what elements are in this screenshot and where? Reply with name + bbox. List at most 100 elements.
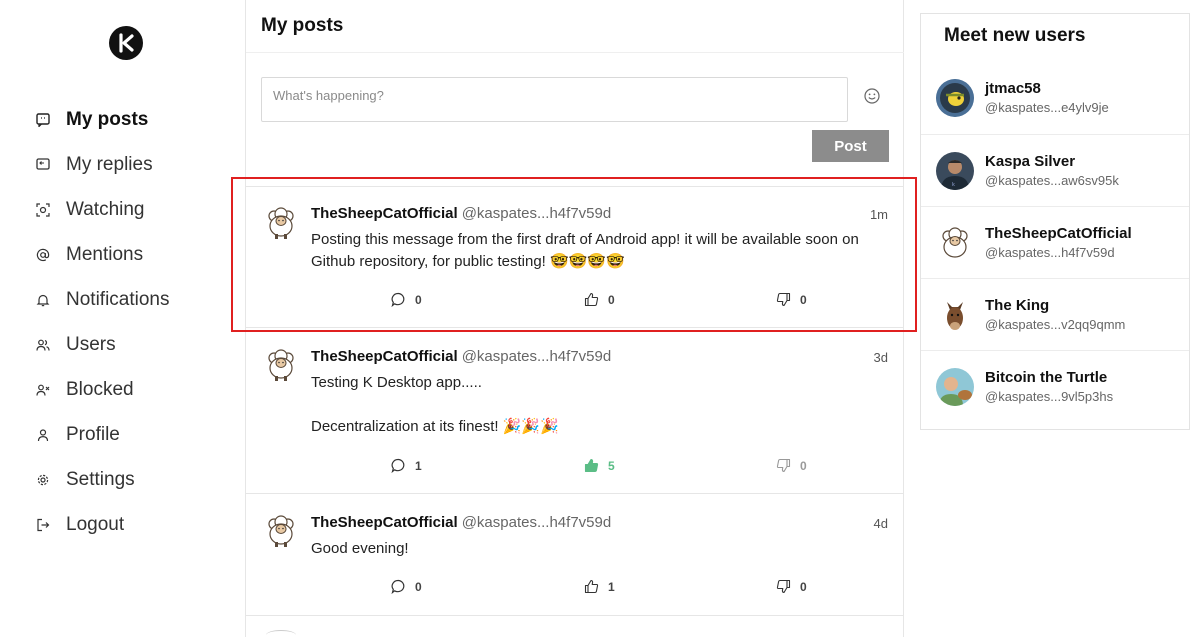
post-button[interactable]: Post xyxy=(812,130,889,162)
post-time: 3d xyxy=(873,350,888,365)
sidebar-item-users[interactable]: Users xyxy=(34,322,170,367)
page-title: My posts xyxy=(261,15,344,36)
sidebar-nav: My posts My replies Watching Mentions No… xyxy=(34,97,170,547)
user-name: Kaspa Silver xyxy=(985,153,1076,170)
sidebar-item-profile[interactable]: Profile xyxy=(34,412,170,457)
emoji-picker-icon[interactable] xyxy=(863,87,881,105)
user-handle: @kaspates...h4f7v59d xyxy=(985,245,1115,260)
like-count: 5 xyxy=(608,458,615,473)
chat-square-icon xyxy=(34,111,52,129)
user-name: The King xyxy=(985,297,1050,314)
sidebar-item-label: My replies xyxy=(66,153,153,175)
eye-scan-icon xyxy=(34,201,52,219)
avatar xyxy=(936,368,974,406)
dislike-button[interactable]: 0 xyxy=(776,292,807,307)
sheep-avatar xyxy=(936,224,974,262)
user-handle: @kaspates...v2qq9qmm xyxy=(985,317,1126,332)
dislike-count: 0 xyxy=(800,579,807,594)
thumbs-up-icon xyxy=(584,579,599,594)
like-count: 0 xyxy=(608,292,615,307)
sidebar-item-settings[interactable]: Settings xyxy=(34,457,170,502)
svg-text:k: k xyxy=(952,182,955,188)
comment-icon xyxy=(391,292,405,307)
dislike-button[interactable]: 0 xyxy=(776,458,807,473)
avatar xyxy=(936,79,974,117)
post-item: TheSheepCatOfficial @kaspates...h4f7v59d … xyxy=(246,494,904,616)
sidebar-item-notifications[interactable]: Notifications xyxy=(34,277,170,322)
reply-button[interactable]: 1 xyxy=(391,458,422,473)
suggested-users-panel: Meet new users jtmac58 @kaspates...e4ylv… xyxy=(920,13,1190,430)
sidebar-item-label: My posts xyxy=(66,108,149,130)
thumbs-down-icon xyxy=(776,579,791,594)
user-row[interactable]: jtmac58 @kaspates...e4ylv9je xyxy=(921,62,1189,134)
at-icon xyxy=(34,246,52,264)
user-row[interactable]: TheSheepCatOfficial @kaspates...h4f7v59d xyxy=(921,206,1189,278)
sheep-avatar[interactable] xyxy=(266,348,296,382)
logout-icon xyxy=(34,516,52,534)
reply-count: 1 xyxy=(415,458,422,473)
sidebar-item-my-replies[interactable]: My replies xyxy=(34,142,170,187)
avatar: k xyxy=(936,152,974,190)
sidebar-item-label: Users xyxy=(66,333,116,355)
reply-count: 0 xyxy=(415,579,422,594)
thumbs-down-icon xyxy=(776,458,791,473)
like-button[interactable]: 0 xyxy=(584,292,615,307)
user-row[interactable]: k Kaspa Silver @kaspates...aw6sv95k xyxy=(921,134,1189,206)
post-text: Testing K Desktop app..... Decentralizat… xyxy=(311,374,559,435)
thumbs-down-icon xyxy=(776,292,791,307)
sheep-avatar[interactable] xyxy=(266,206,296,240)
post-text: Posting this message from the first draf… xyxy=(311,231,859,270)
reply-button[interactable]: 0 xyxy=(391,579,422,594)
sidebar-item-blocked[interactable]: Blocked xyxy=(34,367,170,412)
sidebar-item-logout[interactable]: Logout xyxy=(34,502,170,547)
like-count: 1 xyxy=(608,579,615,594)
user-name: jtmac58 xyxy=(985,80,1041,97)
app-logo[interactable] xyxy=(109,26,143,60)
gear-icon xyxy=(34,471,52,489)
sidebar-item-mentions[interactable]: Mentions xyxy=(34,232,170,277)
sidebar-item-label: Logout xyxy=(66,513,125,535)
user-handle: @kaspates...9vl5p3hs xyxy=(985,389,1114,404)
panel-title: Meet new users xyxy=(944,25,1086,46)
post-author[interactable]: TheSheepCatOfficial xyxy=(311,205,458,222)
thumbs-up-icon xyxy=(584,458,599,473)
comment-icon xyxy=(391,579,405,594)
dislike-count: 0 xyxy=(800,292,807,307)
like-button[interactable]: 5 xyxy=(584,458,615,473)
like-button[interactable]: 1 xyxy=(584,579,615,594)
post-time: 1m xyxy=(869,207,888,222)
sidebar-item-label: Profile xyxy=(66,423,120,445)
user-x-icon xyxy=(34,381,52,399)
sidebar-item-watching[interactable]: Watching xyxy=(34,187,170,232)
user-name: Bitcoin the Turtle xyxy=(985,369,1108,386)
post-author[interactable]: TheSheepCatOfficial xyxy=(311,348,458,365)
post-handle: @kaspates...h4f7v59d xyxy=(461,205,612,222)
sidebar-item-label: Mentions xyxy=(66,243,144,265)
sidebar-item-label: Settings xyxy=(66,468,135,490)
reply-button[interactable]: 0 xyxy=(391,292,422,307)
user-handle: @kaspates...aw6sv95k xyxy=(985,173,1119,188)
bell-icon xyxy=(34,291,52,309)
avatar xyxy=(936,296,974,334)
sidebar-item-label: Blocked xyxy=(66,378,134,400)
sidebar-item-my-posts[interactable]: My posts xyxy=(34,97,170,142)
reply-icon xyxy=(34,156,52,174)
reply-count: 0 xyxy=(415,292,422,307)
sheep-avatar[interactable] xyxy=(266,514,296,548)
post-item: TheSheepCatOfficial @kaspates...h4f7v59d … xyxy=(246,187,904,328)
post-author[interactable]: TheSheepCatOfficial xyxy=(311,514,458,531)
compose-input[interactable]: What's happening? xyxy=(261,77,848,122)
users-icon xyxy=(34,336,52,354)
user-row[interactable]: Bitcoin the Turtle @kaspates...9vl5p3hs xyxy=(921,350,1189,422)
dislike-button[interactable]: 0 xyxy=(776,579,807,594)
sidebar-item-label: Watching xyxy=(66,198,145,220)
sidebar: My posts My replies Watching Mentions No… xyxy=(0,0,246,637)
user-row[interactable]: The King @kaspates...v2qq9qmm xyxy=(921,278,1189,350)
post-item: TheSheepCatOfficial @kaspates...h4f7v59d … xyxy=(246,328,904,494)
dislike-count: 0 xyxy=(800,458,807,473)
main-column: My posts What's happening? Post TheSheep… xyxy=(246,0,904,637)
divider xyxy=(246,52,904,53)
comment-icon xyxy=(391,458,405,473)
sidebar-item-label: Notifications xyxy=(66,288,170,310)
post-text: Good evening! xyxy=(311,540,409,557)
